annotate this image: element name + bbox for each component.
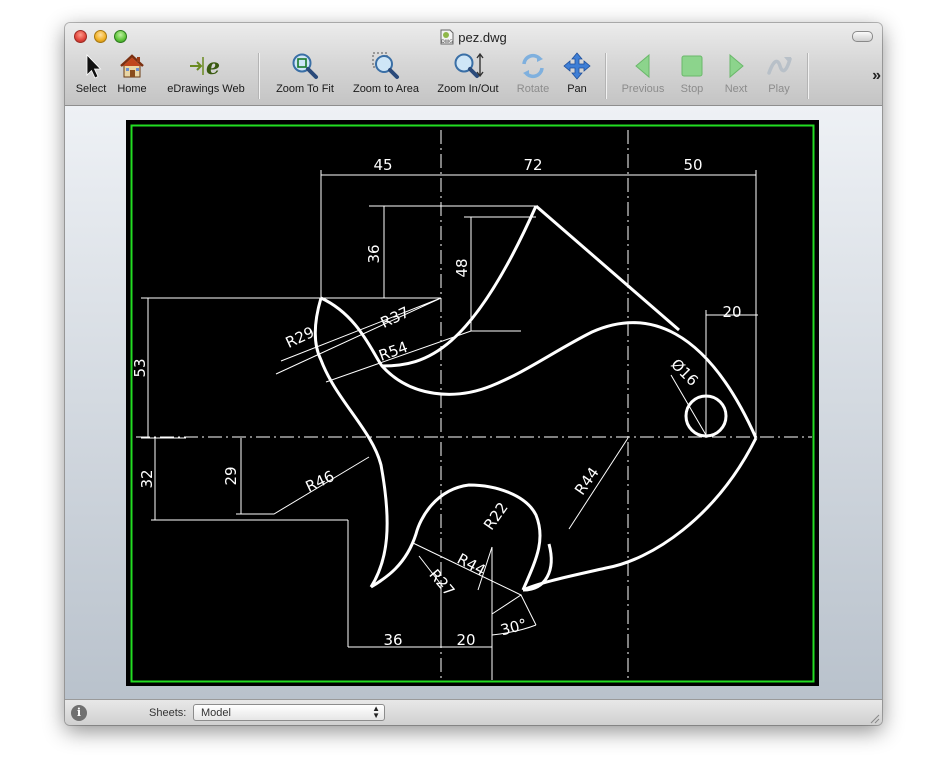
dim-r22: R22 [480, 499, 512, 534]
select-arrows-icon: ▲ ▼ [372, 704, 380, 720]
zoom-in-out-label: Zoom In/Out [437, 83, 499, 95]
dimension-lines [141, 170, 758, 680]
dim-20-right: 20 [722, 303, 741, 321]
next-button[interactable]: Next [716, 51, 756, 95]
zoom-to-area-icon [372, 52, 399, 79]
dim-r44-right: R44 [571, 464, 603, 499]
dim-dia16: Ø16 [667, 355, 702, 390]
stop-icon [681, 55, 703, 77]
dim-r44-lower: R44 [454, 550, 489, 580]
resize-grip-icon[interactable] [868, 712, 880, 724]
dim-36-bottom: 36 [383, 631, 402, 649]
dim-50: 50 [683, 156, 702, 174]
dim-r46: R46 [303, 467, 337, 496]
select-button[interactable]: Select [73, 51, 109, 95]
dim-45: 45 [373, 156, 392, 174]
pan-icon [563, 52, 591, 80]
edrawings-web-label: eDrawings Web [167, 83, 245, 95]
previous-icon [635, 53, 650, 79]
stop-label: Stop [680, 83, 704, 95]
sheets-label: Sheets: [149, 707, 187, 719]
dwg-file-icon: DWG [440, 29, 454, 45]
dimension-labels: 45 72 50 36 48 53 20 R29 R37 R54 Ø16 32 … [131, 156, 742, 649]
zoom-to-area-button[interactable]: Zoom to Area [346, 51, 426, 95]
zoom-in-out-button[interactable]: Zoom In/Out [431, 51, 505, 95]
toolbar-overflow-button[interactable]: » [872, 67, 881, 85]
sheet-border [130, 124, 815, 683]
next-label: Next [724, 83, 748, 95]
window-title: DWG pez.dwg [65, 29, 882, 45]
dim-angle-30: 30° [499, 615, 529, 639]
edrawings-web-button[interactable]: e eDrawings Web [158, 51, 254, 95]
dim-r54: R54 [376, 338, 410, 365]
home-label: Home [117, 83, 147, 95]
home-icon [120, 54, 144, 78]
arrow-cursor-icon [86, 54, 102, 79]
stop-button[interactable]: Stop [672, 51, 712, 95]
next-icon [729, 53, 744, 79]
dim-20-bottom: 20 [456, 631, 475, 649]
pan-button[interactable]: Pan [557, 51, 597, 95]
pan-label: Pan [567, 83, 587, 95]
dim-r29: R29 [283, 323, 317, 352]
previous-button[interactable]: Previous [617, 51, 669, 95]
dim-72: 72 [523, 156, 542, 174]
cad-drawing[interactable]: 45 72 50 36 48 53 20 R29 R37 R54 Ø16 32 … [126, 120, 819, 686]
toolbar-separator [605, 53, 607, 99]
window-title-text: pez.dwg [458, 30, 507, 45]
title-bar: DWG pez.dwg Select Home e eDrawings Web … [65, 23, 882, 106]
dim-53: 53 [131, 358, 149, 377]
zoom-to-fit-label: Zoom To Fit [276, 83, 334, 95]
home-button[interactable]: Home [114, 51, 150, 95]
app-window: DWG pez.dwg Select Home e eDrawings Web … [65, 23, 882, 725]
drawing-canvas[interactable]: 45 72 50 36 48 53 20 R29 R37 R54 Ø16 32 … [126, 120, 819, 686]
previous-label: Previous [621, 83, 665, 95]
rotate-icon [522, 53, 544, 79]
dim-32: 32 [138, 469, 156, 488]
zoom-to-fit-button[interactable]: Zoom To Fit [268, 51, 342, 95]
toolbar-separator [258, 53, 260, 99]
edrawings-web-icon: e [190, 54, 220, 80]
info-icon[interactable]: i [71, 705, 87, 721]
zoom-to-fit-icon [292, 53, 318, 79]
zoom-in-out-icon [454, 52, 484, 78]
toolbar-separator [807, 53, 809, 99]
centerlines [136, 130, 812, 680]
play-label: Play [768, 83, 790, 95]
toolbar-toggle-button[interactable] [852, 31, 873, 42]
file-badge-text: DWG [442, 39, 454, 45]
dim-r37: R37 [378, 303, 412, 332]
dim-36-top: 36 [365, 244, 383, 263]
play-icon [767, 57, 792, 75]
sheets-select-value: Model [201, 707, 231, 719]
dim-29: 29 [222, 466, 240, 485]
select-label: Select [75, 83, 107, 95]
rotate-button[interactable]: Rotate [511, 51, 555, 95]
rotate-label: Rotate [516, 83, 550, 95]
drawing-viewport[interactable]: 45 72 50 36 48 53 20 R29 R37 R54 Ø16 32 … [65, 106, 882, 699]
sheets-select[interactable]: Model ▲ ▼ [193, 704, 385, 721]
svg-text:e: e [206, 54, 220, 80]
dim-48: 48 [453, 258, 471, 277]
zoom-to-area-label: Zoom to Area [352, 83, 420, 95]
play-button[interactable]: Play [759, 51, 799, 95]
status-bar: i Sheets: Model ▲ ▼ [65, 699, 882, 725]
